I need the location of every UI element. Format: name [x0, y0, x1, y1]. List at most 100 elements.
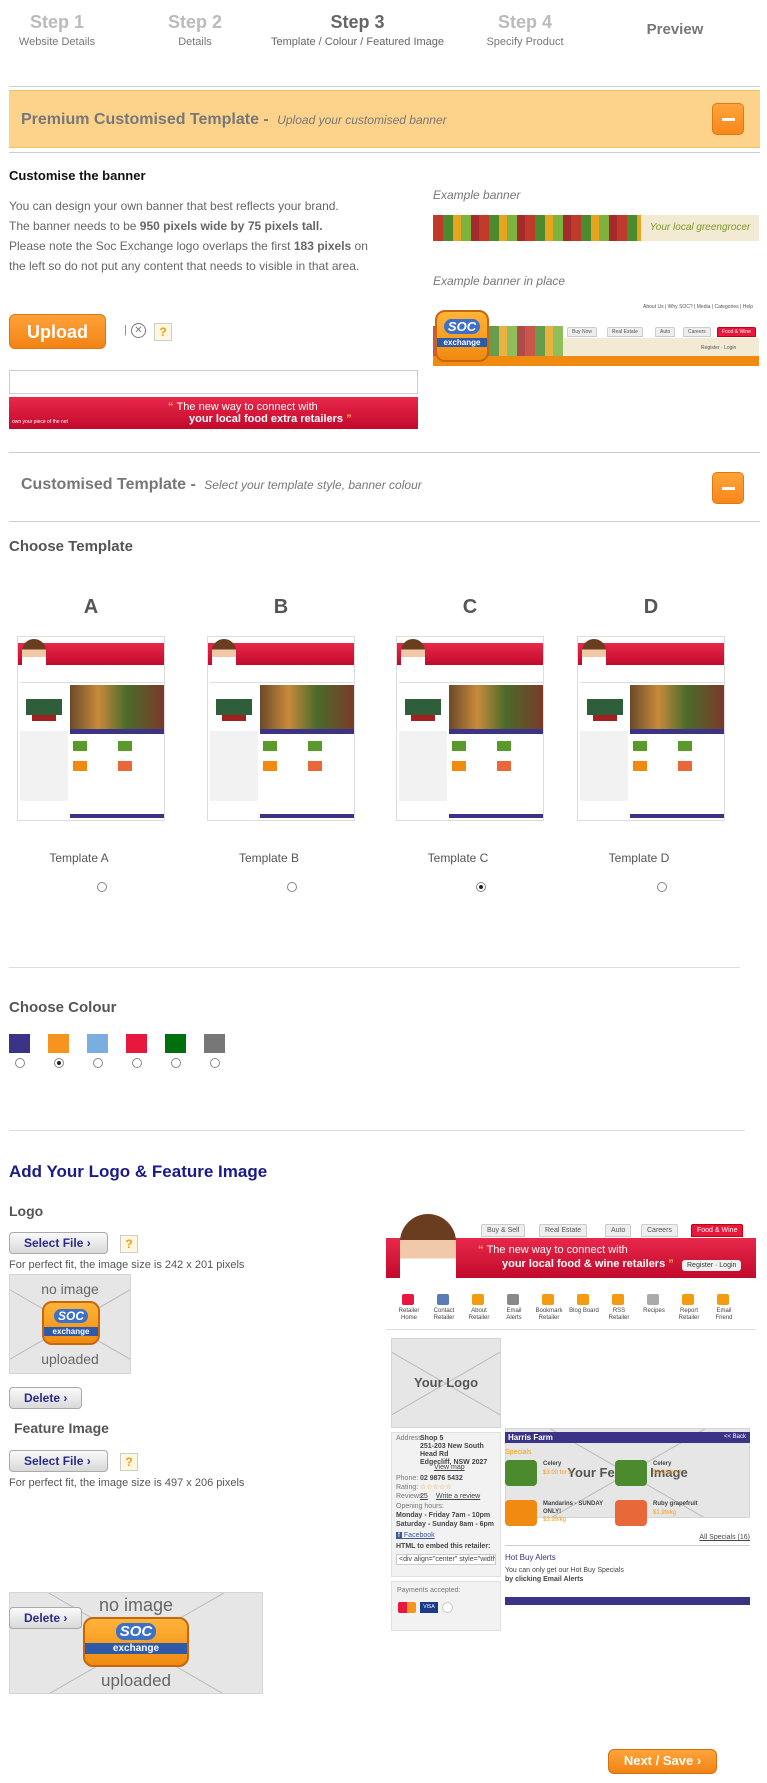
hours-weekend: Saturday - Sunday 8am - 6pm: [396, 1521, 495, 1528]
embed-code-field[interactable]: <div align="center" style="width:230;: [396, 1554, 496, 1565]
step-3[interactable]: Step 3 Template / Colour / Featured Imag…: [270, 12, 445, 48]
preview-nav-item[interactable]: Recipes: [639, 1308, 669, 1315]
feature-select-file-button[interactable]: Select File ›: [9, 1450, 108, 1472]
thumb-footer: [449, 814, 543, 818]
premium-title-text: Premium Customised Template -: [21, 111, 269, 128]
thumb-woman: [401, 639, 425, 669]
customised-template-title: Customised Template - Select your templa…: [21, 476, 422, 494]
embed-label: HTML to embed this retailer:: [396, 1543, 491, 1550]
banner-file-field[interactable]: [9, 370, 418, 394]
uploaded-banner-preview: “ The new way to connect with your local…: [9, 397, 418, 429]
product-name[interactable]: Celery: [543, 1460, 613, 1468]
collapse-customised-button[interactable]: [712, 472, 744, 504]
thumb-product: [633, 761, 647, 771]
back-link[interactable]: << Back: [724, 1434, 746, 1440]
facebook-link[interactable]: f Facebook: [396, 1532, 435, 1539]
template-radio[interactable]: [476, 882, 486, 892]
preview-nav-item[interactable]: Report Retailer: [674, 1308, 704, 1322]
colour-radio[interactable]: [93, 1058, 103, 1068]
step-preview[interactable]: Preview: [630, 12, 720, 38]
colour-radio[interactable]: [132, 1058, 142, 1068]
thumb-details: [399, 731, 447, 801]
write-review-link[interactable]: Write a review: [436, 1493, 480, 1500]
upload-button[interactable]: Upload: [9, 314, 106, 349]
colour-swatch[interactable]: [204, 1034, 225, 1053]
help-icon[interactable]: ?: [120, 1453, 138, 1471]
colour-radio[interactable]: [210, 1058, 220, 1068]
colour-swatch[interactable]: [48, 1034, 69, 1053]
product-name[interactable]: Mandarins - SUNDAY ONLY!: [543, 1500, 613, 1516]
template-thumbnail[interactable]: [207, 636, 355, 821]
colour-swatch[interactable]: [87, 1034, 108, 1053]
thumb-woman: [582, 639, 606, 669]
step-1[interactable]: Step 1 Website Details: [12, 12, 102, 48]
template-thumbnail[interactable]: [396, 636, 544, 821]
thumb-product: [263, 741, 277, 751]
template-radio[interactable]: [287, 882, 297, 892]
help-icon[interactable]: ?: [154, 323, 172, 341]
template-radio[interactable]: [97, 882, 107, 892]
premium-template-header: Premium Customised Template - Upload you…: [9, 90, 760, 148]
product-image: [505, 1500, 537, 1526]
specials-label: Specials: [505, 1449, 532, 1456]
harris-farm-logo: [216, 699, 252, 715]
help-icon[interactable]: ?: [120, 1235, 138, 1253]
colour-swatch[interactable]: [165, 1034, 186, 1053]
premium-subtitle: Upload your customised banner: [277, 113, 447, 127]
thumb-woman: [212, 639, 236, 669]
step-4-label: Specify Product: [486, 36, 564, 48]
logo-delete-button[interactable]: Delete ›: [9, 1387, 82, 1409]
template-label: Template A: [49, 851, 109, 865]
collapse-premium-button[interactable]: [712, 103, 744, 135]
preview-nav-item[interactable]: Bookmark Retailer: [534, 1308, 564, 1322]
template-thumbnail[interactable]: [17, 636, 165, 821]
logo-select-file-button[interactable]: Select File ›: [9, 1232, 108, 1254]
preview-nav-item[interactable]: Retailer Home: [394, 1308, 424, 1322]
all-specials-link[interactable]: All Specials (16): [699, 1534, 750, 1541]
feature-delete-button[interactable]: Delete ›: [9, 1607, 82, 1629]
thumb-logo: [399, 689, 447, 729]
colour-radio[interactable]: [171, 1058, 181, 1068]
colour-swatch[interactable]: [126, 1034, 147, 1053]
product-name[interactable]: Ruby grapefruit: [653, 1500, 723, 1508]
preview-nav-item[interactable]: Contact Retailer: [429, 1308, 459, 1322]
next-save-button[interactable]: Next / Save ›: [608, 1749, 717, 1774]
step-4[interactable]: Step 4 Specify Product: [470, 12, 580, 48]
register-login: Register · Login: [701, 345, 737, 351]
soc-exchange-logo: SOC exchange: [83, 1617, 189, 1667]
preview-nav-item[interactable]: Email Friend: [709, 1308, 739, 1322]
next-save-label: Next / Save: [623, 1753, 694, 1768]
preview-nav-icon: [402, 1294, 414, 1305]
preview-nav-icon: [682, 1294, 694, 1305]
thumb-title-bar: [260, 729, 354, 734]
template-letter: B: [273, 596, 289, 618]
template-thumbnail[interactable]: [577, 636, 725, 821]
thumb-details: [210, 731, 258, 801]
clear-icon[interactable]: ✕: [131, 323, 146, 338]
delete-label: Delete: [24, 1611, 61, 1625]
preview-nav-item[interactable]: Email Alerts: [499, 1308, 529, 1322]
store-name: Harris Farm: [508, 1433, 553, 1442]
thumb-product: [452, 761, 466, 771]
colour-swatch[interactable]: [9, 1034, 30, 1053]
step-2[interactable]: Step 2 Details: [150, 12, 240, 48]
payments-label: Payments accepted:: [397, 1587, 461, 1594]
colour-radio[interactable]: [15, 1058, 25, 1068]
example-in-place-caption: Example banner in place: [433, 274, 566, 288]
preview-tab: Buy & Sell: [481, 1224, 526, 1237]
harris-farm-logo: [405, 699, 441, 715]
colour-radio[interactable]: [54, 1058, 64, 1068]
customise-banner-instructions: You can design your own banner that best…: [9, 196, 409, 276]
reviews-count[interactable]: 25: [420, 1493, 428, 1500]
preview-nav-item[interactable]: RSS Retailer: [604, 1308, 634, 1322]
thumb-details: [20, 731, 68, 801]
view-map-link[interactable]: View map: [434, 1464, 465, 1471]
thumb-title-bar: [70, 729, 164, 734]
example-banner-in-place: About Us | Why SOC? | Media | Categories…: [433, 300, 759, 366]
template-radio[interactable]: [657, 882, 667, 892]
product-name[interactable]: Celery: [653, 1460, 723, 1468]
premium-template-title: Premium Customised Template - Upload you…: [21, 111, 447, 129]
step-4-number: Step 4: [497, 12, 553, 32]
preview-nav-item[interactable]: Blog Board: [569, 1308, 599, 1315]
preview-nav-item[interactable]: About Retailer: [464, 1308, 494, 1322]
